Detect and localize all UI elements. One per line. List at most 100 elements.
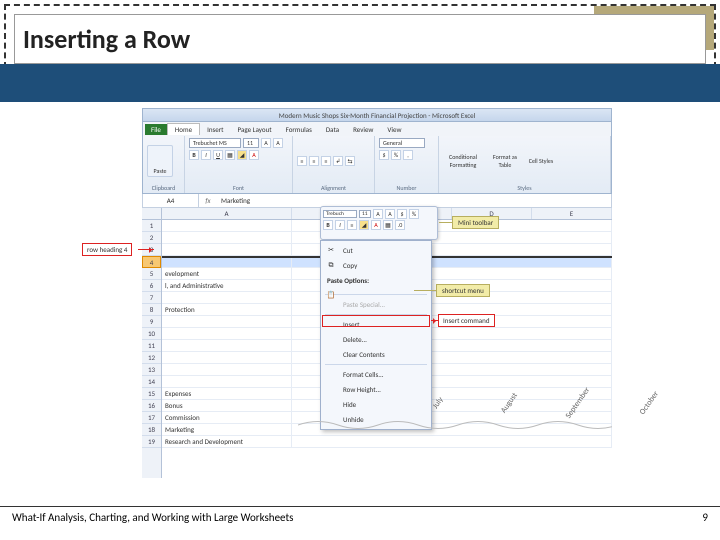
formula-input[interactable]: Marketing: [217, 196, 611, 205]
callout-insert-command: Insert command: [438, 314, 495, 327]
cell[interactable]: [162, 258, 292, 267]
row-header-5[interactable]: 5: [142, 268, 161, 280]
mini-align-icon[interactable]: ≡: [347, 220, 357, 230]
callout-row-heading: row heading 4: [82, 243, 132, 256]
format-as-table-button[interactable]: Format as Table: [488, 153, 522, 169]
row-header-14[interactable]: 14: [142, 376, 161, 388]
row-header-16[interactable]: 16: [142, 400, 161, 412]
mini-grow-font-icon[interactable]: A: [373, 209, 383, 219]
mini-italic-icon[interactable]: I: [335, 220, 345, 230]
cell[interactable]: Research and Development: [162, 436, 292, 447]
cell[interactable]: [162, 292, 292, 303]
cell[interactable]: [162, 232, 292, 243]
fill-color-icon[interactable]: ◢: [237, 150, 247, 160]
tab-insert[interactable]: Insert: [200, 124, 230, 135]
mini-shrink-font-icon[interactable]: A: [385, 209, 395, 219]
cell[interactable]: [162, 328, 292, 339]
row-header-15[interactable]: 15: [142, 388, 161, 400]
file-tab[interactable]: File: [145, 124, 167, 135]
ctx-copy[interactable]: ⧉Copy: [321, 258, 431, 273]
row-header-11[interactable]: 11: [142, 340, 161, 352]
cell[interactable]: Bonus: [162, 400, 292, 411]
align-left-icon[interactable]: ≡: [297, 156, 307, 166]
mini-toolbar[interactable]: Trebuch 11 A A $ % B I ≡ ◢ A ▦ .0: [320, 206, 438, 240]
cell[interactable]: Marketing: [162, 424, 292, 435]
cell[interactable]: [162, 244, 292, 255]
ctx-cut[interactable]: ✂Cut: [321, 243, 431, 258]
row-header-2[interactable]: 2: [142, 232, 161, 244]
cell[interactable]: [162, 364, 292, 375]
ctx-hide[interactable]: Hide: [321, 397, 431, 412]
mini-decimal-icon[interactable]: .0: [395, 220, 405, 230]
cell[interactable]: evelopment: [162, 268, 292, 279]
mini-fill-icon[interactable]: ◢: [359, 220, 369, 230]
cell[interactable]: [162, 352, 292, 363]
paste-button[interactable]: Paste: [147, 145, 173, 177]
cell[interactable]: [162, 316, 292, 327]
row-header-12[interactable]: 12: [142, 352, 161, 364]
cell[interactable]: [162, 340, 292, 351]
conditional-formatting-button[interactable]: Conditional Formatting: [443, 153, 483, 169]
tab-view[interactable]: View: [380, 124, 408, 135]
grow-font-icon[interactable]: A: [261, 138, 271, 148]
number-format-box[interactable]: General: [379, 138, 425, 148]
tab-data[interactable]: Data: [319, 124, 346, 135]
cell-styles-button[interactable]: Cell Styles: [527, 157, 555, 165]
mini-currency-icon[interactable]: $: [397, 209, 407, 219]
col-header-a[interactable]: A: [162, 208, 292, 219]
row-header-19[interactable]: 19: [142, 436, 161, 448]
row-header-6[interactable]: 6: [142, 280, 161, 292]
ctx-delete[interactable]: Delete...: [321, 332, 431, 347]
percent-icon[interactable]: %: [391, 150, 401, 160]
cell[interactable]: Expenses: [162, 388, 292, 399]
fx-icon[interactable]: fx: [199, 196, 217, 205]
name-box[interactable]: A4: [143, 194, 199, 207]
tab-review[interactable]: Review: [346, 124, 380, 135]
font-size-box[interactable]: 11: [243, 138, 259, 148]
cell[interactable]: [162, 220, 292, 231]
mini-percent-icon[interactable]: %: [409, 209, 419, 219]
row-header-10[interactable]: 10: [142, 328, 161, 340]
align-center-icon[interactable]: ≡: [309, 156, 319, 166]
wrap-text-icon[interactable]: ↲: [333, 156, 343, 166]
underline-icon[interactable]: U: [213, 150, 223, 160]
font-color-icon[interactable]: A: [249, 150, 259, 160]
align-right-icon[interactable]: ≡: [321, 156, 331, 166]
border-icon[interactable]: ▦: [225, 150, 235, 160]
mini-font-size[interactable]: 11: [359, 210, 371, 218]
tab-formulas[interactable]: Formulas: [279, 124, 319, 135]
mini-bold-icon[interactable]: B: [323, 220, 333, 230]
row-header-7[interactable]: 7: [142, 292, 161, 304]
ctx-row-height[interactable]: Row Height...: [321, 382, 431, 397]
row-header-13[interactable]: 13: [142, 364, 161, 376]
tab-home[interactable]: Home: [167, 123, 200, 135]
bold-icon[interactable]: B: [189, 150, 199, 160]
row-header-18[interactable]: 18: [142, 424, 161, 436]
row-header-4[interactable]: 4: [142, 256, 161, 268]
col-header-e[interactable]: E: [532, 208, 612, 219]
comma-icon[interactable]: ,: [403, 150, 413, 160]
mini-font-name[interactable]: Trebuch: [323, 210, 357, 218]
cell[interactable]: [162, 376, 292, 387]
ctx-separator: [325, 294, 427, 295]
cell[interactable]: l, and Administrative: [162, 280, 292, 291]
mini-border-icon[interactable]: ▦: [383, 220, 393, 230]
row-header-17[interactable]: 17: [142, 412, 161, 424]
shrink-font-icon[interactable]: A: [273, 138, 283, 148]
ctx-format-cells[interactable]: Format Cells...: [321, 367, 431, 382]
ctx-clear[interactable]: Clear Contents: [321, 347, 431, 362]
mini-fontcolor-icon[interactable]: A: [371, 220, 381, 230]
select-all-corner[interactable]: [142, 208, 162, 219]
merge-icon[interactable]: ⇆: [345, 156, 355, 166]
tab-page-layout[interactable]: Page Layout: [231, 124, 279, 135]
callout-line: [439, 222, 452, 223]
row-header-9[interactable]: 9: [142, 316, 161, 328]
row-header-1[interactable]: 1: [142, 220, 161, 232]
cell[interactable]: Protection: [162, 304, 292, 315]
wave-line: [298, 418, 612, 432]
cell[interactable]: Commission: [162, 412, 292, 423]
font-name-box[interactable]: Trebuchet MS: [189, 138, 241, 148]
italic-icon[interactable]: I: [201, 150, 211, 160]
currency-icon[interactable]: $: [379, 150, 389, 160]
row-header-8[interactable]: 8: [142, 304, 161, 316]
